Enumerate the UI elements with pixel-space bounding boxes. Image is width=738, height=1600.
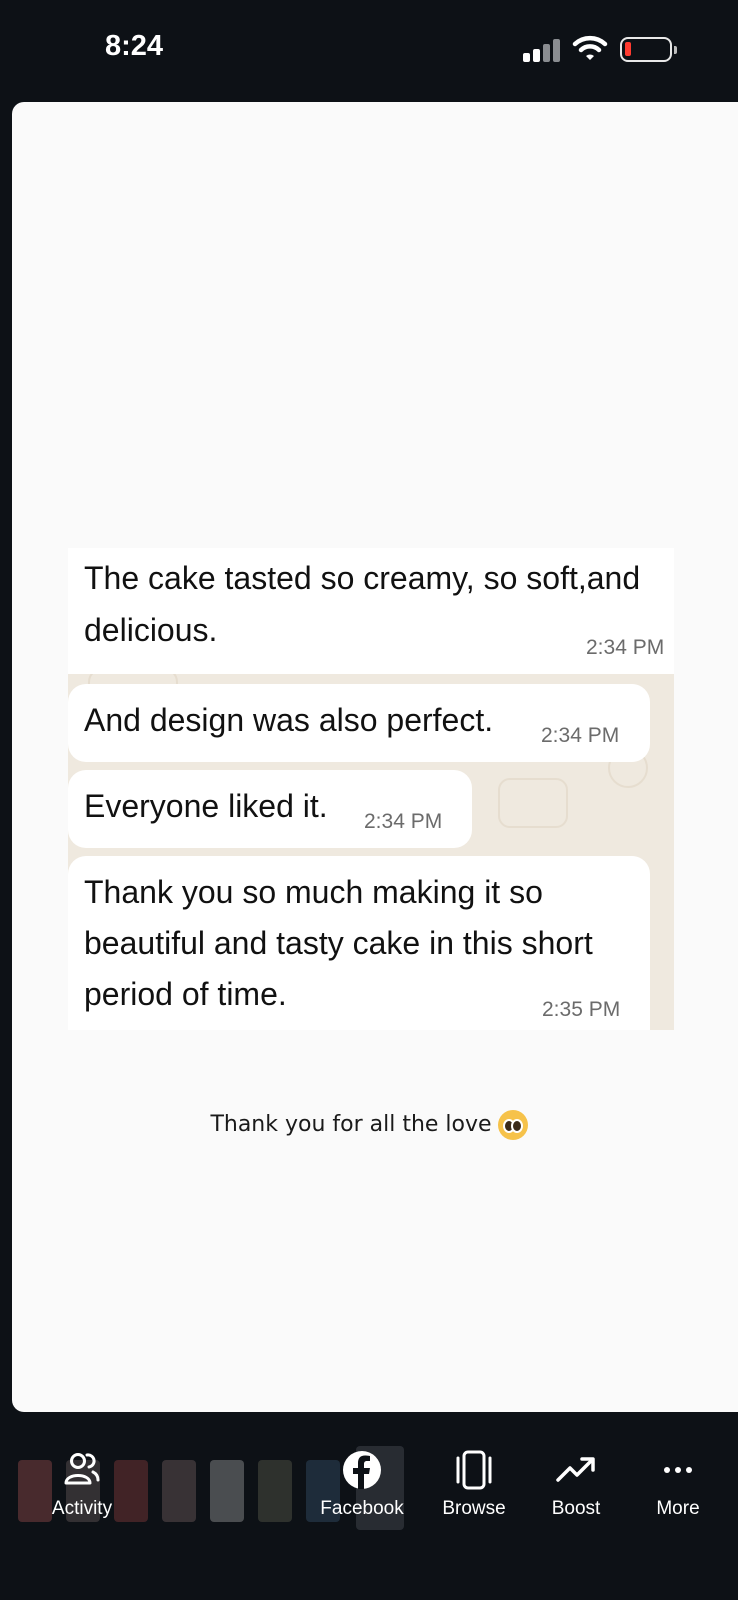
more-label: More <box>656 1498 700 1519</box>
battery-icon <box>620 37 677 62</box>
browse-button[interactable]: Browse <box>434 1450 514 1520</box>
message-text-line: period of time. <box>84 976 287 1012</box>
boost-trend-icon <box>556 1457 595 1482</box>
pleading-face-emoji-icon <box>497 1110 528 1140</box>
facebook-button[interactable]: Facebook <box>316 1450 408 1520</box>
more-button[interactable]: More <box>638 1450 718 1520</box>
more-dots-icon <box>664 1467 692 1473</box>
message-text-line: Everyone liked it. <box>84 788 328 824</box>
story-thumbnail[interactable] <box>258 1460 292 1522</box>
boost-button[interactable]: Boost <box>536 1450 616 1520</box>
status-bar: 8:24 <box>0 0 738 100</box>
message-time: 2:34 PM <box>541 724 620 747</box>
browse-cards-icon <box>456 1450 492 1490</box>
activity-people-icon <box>64 1453 100 1485</box>
activity-label: Activity <box>51 1498 113 1519</box>
caption-text: Thank you for all the love <box>210 1112 492 1137</box>
message-text-line: The cake tasted so creamy, so soft,and <box>84 560 641 596</box>
activity-button[interactable]: Activity <box>42 1450 122 1520</box>
message-text-line: beautiful and tasty cake in this short <box>84 925 593 961</box>
message-time: 2:34 PM <box>364 810 443 833</box>
browse-label: Browse <box>442 1498 506 1519</box>
story-caption: Thank you for all the love <box>0 1110 738 1140</box>
story-thumbnail[interactable] <box>162 1460 196 1522</box>
message-text-line: And design was also perfect. <box>84 702 494 738</box>
boost-label: Boost <box>551 1498 601 1519</box>
bottom-toolbar: Activity Facebook Browse Boost More <box>0 1420 738 1600</box>
facebook-label: Facebook <box>320 1498 404 1519</box>
message-time: 2:34 PM <box>586 636 665 659</box>
message-text-line: delicious. <box>84 612 218 648</box>
chat-screenshot-image: The cake tasted so creamy, so soft,and d… <box>68 548 674 1030</box>
wifi-icon <box>572 35 608 60</box>
story-thumbnail[interactable] <box>210 1460 244 1522</box>
status-time: 8:24 <box>105 30 164 62</box>
cellular-signal-icon <box>523 38 563 62</box>
facebook-icon <box>343 1451 381 1489</box>
message-text-line: Thank you so much making it so <box>84 874 543 910</box>
message-time: 2:35 PM <box>542 998 621 1021</box>
